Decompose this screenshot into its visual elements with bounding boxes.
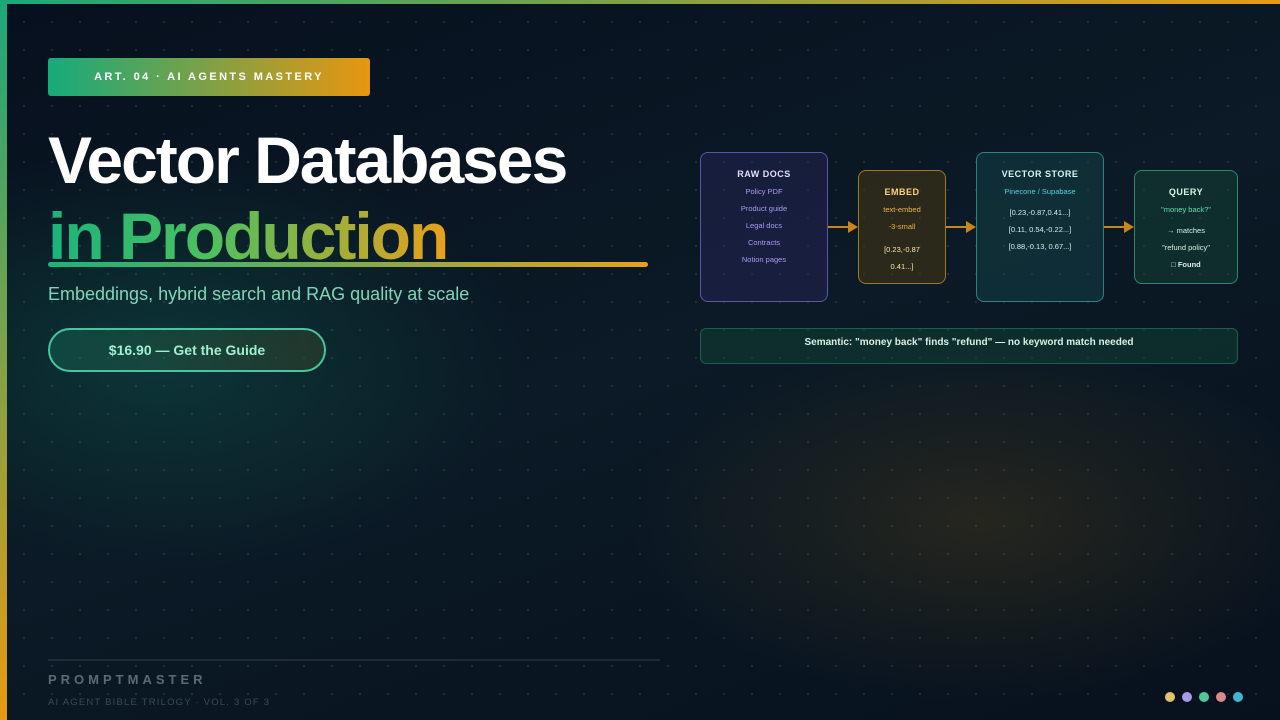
title-underline [48, 262, 648, 267]
dot-icon [1182, 692, 1192, 702]
query-title: QUERY [1168, 187, 1204, 197]
footer-divider [48, 659, 660, 661]
embed-vector-line: 0.41...] [890, 262, 914, 271]
raw-doc-item: Legal docs [745, 221, 783, 230]
embed-vector-line: [0.23,-0.87 [884, 245, 920, 254]
top-accent-bar [0, 0, 1280, 4]
stored-vector: [0.11, 0.54,-0.22...] [1008, 225, 1072, 234]
vector-store-title: VECTOR STORE [1001, 169, 1079, 179]
volume-label: AI AGENT BIBLE TRILOGY · VOL. 3 OF 3 [48, 697, 271, 708]
raw-doc-item: Contracts [747, 238, 781, 247]
subtitle: Embeddings, hybrid search and RAG qualit… [48, 284, 470, 304]
pipeline-diagram: RAW DOCS Policy PDF Product guide Legal … [680, 140, 1260, 380]
semantic-note: Semantic: "money back" finds "refund" — … [700, 328, 1238, 364]
color-dots [1165, 692, 1243, 702]
vector-store-provider: Pinecone / Supabase [1004, 187, 1076, 196]
arrow-right-icon [946, 221, 976, 233]
dot-icon [1165, 692, 1175, 702]
left-accent-bar [0, 0, 7, 720]
stored-vector: [0.23,-0.87,0.41...] [1009, 208, 1071, 217]
vector-store-box: VECTOR STORE Pinecone / Supabase [0.23,-… [976, 152, 1104, 302]
stored-vector: [0.88,-0.13, 0.67...] [1008, 242, 1072, 251]
raw-doc-item: Notion pages [741, 255, 787, 264]
title-line-1: Vector Databases [48, 123, 568, 197]
query-matches: → matches [1167, 226, 1205, 235]
raw-docs-title: RAW DOCS [737, 169, 791, 179]
embed-box: EMBED text-embed -3-small [0.23,-0.87 0.… [858, 170, 946, 284]
dot-icon [1216, 692, 1226, 702]
arrow-right-icon [828, 221, 858, 233]
raw-doc-item: Product guide [740, 204, 788, 213]
query-text: "money back?" [1161, 205, 1211, 214]
raw-doc-item: Policy PDF [745, 187, 783, 196]
query-found: □ Found [1171, 260, 1201, 269]
get-guide-button[interactable]: $16.90 — Get the Guide [48, 328, 326, 372]
query-box: QUERY "money back?" → matches "refund po… [1134, 170, 1238, 284]
raw-docs-box: RAW DOCS Policy PDF Product guide Legal … [700, 152, 828, 302]
brand-name: PROMPTMASTER [48, 672, 207, 687]
dot-icon [1233, 692, 1243, 702]
query-result: "refund policy" [1162, 243, 1210, 252]
embed-model-line: -3-small [888, 222, 916, 231]
arrow-right-icon [1104, 221, 1134, 233]
embed-title: EMBED [884, 187, 920, 197]
embed-model-line: text-embed [883, 205, 921, 214]
article-badge: ART. 04 · AI AGENTS MASTERY [48, 58, 370, 96]
dot-icon [1199, 692, 1209, 702]
